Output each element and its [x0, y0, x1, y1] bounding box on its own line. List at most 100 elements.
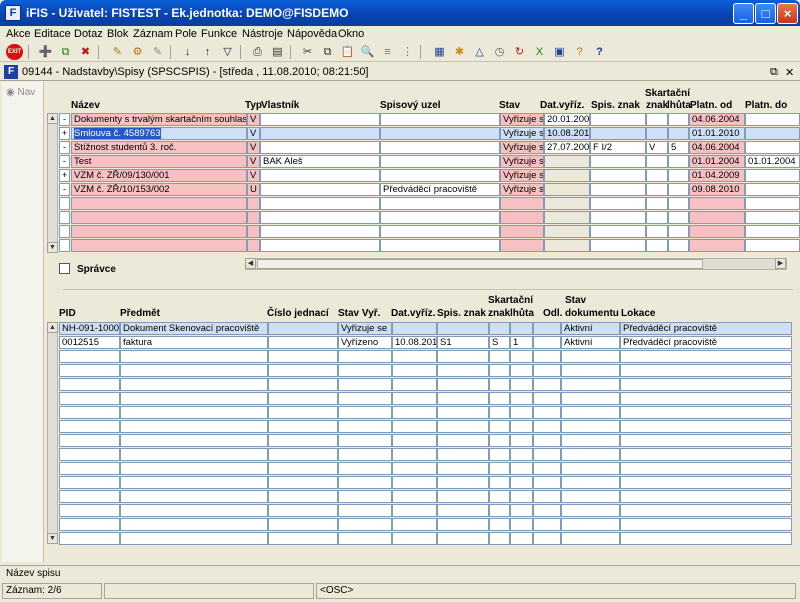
lower-cell-pid[interactable]: [59, 364, 120, 377]
upper-cell-stav[interactable]: [500, 239, 544, 252]
upper-cell-lhuta[interactable]: 5: [668, 141, 689, 154]
lower-cell-cislo[interactable]: [268, 476, 338, 489]
sort-descending-icon[interactable]: ↑: [200, 45, 215, 59]
print-preview-icon[interactable]: ▤: [270, 45, 285, 59]
upper-cell-znak[interactable]: [646, 113, 668, 126]
upper-cell-dat[interactable]: 27.07.2009: [544, 141, 590, 154]
menu-nastroje[interactable]: Nástroje: [242, 28, 283, 40]
nav-label[interactable]: ◉ Nav: [6, 87, 35, 98]
lower-cell-lhuta[interactable]: [510, 364, 533, 377]
lower-cell-stavdok[interactable]: Aktivní: [561, 322, 620, 335]
upper-cell-do[interactable]: [745, 197, 800, 210]
scroll-down-icon[interactable]: ▼: [47, 533, 58, 544]
lower-cell-cislo[interactable]: [268, 392, 338, 405]
upper-cell-dat[interactable]: [544, 239, 590, 252]
upper-cell-do[interactable]: [745, 127, 800, 140]
lower-cell-odl[interactable]: [533, 420, 561, 433]
upper-cell-vlastnik[interactable]: [260, 127, 380, 140]
upper-cell-dat[interactable]: [544, 155, 590, 168]
lower-cell-pid[interactable]: [59, 476, 120, 489]
upper-cell-do[interactable]: [745, 183, 800, 196]
lower-cell-predmet[interactable]: [120, 476, 268, 489]
lower-cell-cislo[interactable]: [268, 336, 338, 349]
upper-cell-typ[interactable]: U: [247, 183, 260, 196]
upper-cell-do[interactable]: 01.01.2004: [745, 155, 800, 168]
lower-cell-cislo[interactable]: [268, 448, 338, 461]
lower-cell-stavdok[interactable]: [561, 532, 620, 545]
upper-cell-uzel[interactable]: [380, 127, 500, 140]
lower-cell-stav[interactable]: [338, 462, 392, 475]
upper-cell-uzel[interactable]: [380, 141, 500, 154]
lower-cell-pid[interactable]: [59, 518, 120, 531]
upper-cell-znak[interactable]: [646, 169, 668, 182]
restore-icon[interactable]: ⧉: [770, 66, 778, 79]
lower-cell-stav[interactable]: [338, 364, 392, 377]
lower-cell-predmet[interactable]: Dokument Skenovací pracoviště: [120, 322, 268, 335]
lower-cell-stav[interactable]: [338, 392, 392, 405]
lower-cell-lokace[interactable]: Předváděcí pracoviště: [620, 336, 792, 349]
lower-cell-dat[interactable]: [392, 490, 437, 503]
upper-cell-lhuta[interactable]: [668, 211, 689, 224]
lower-cell-lokace[interactable]: [620, 518, 792, 531]
lower-cell-lokace[interactable]: [620, 504, 792, 517]
upper-cell-vlastnik[interactable]: [260, 225, 380, 238]
upper-cell-spis[interactable]: [590, 225, 646, 238]
expand-toggle[interactable]: -: [59, 155, 70, 168]
lower-cell-lokace[interactable]: [620, 378, 792, 391]
lower-cell-pid[interactable]: [59, 462, 120, 475]
execute-query-icon[interactable]: ⚙: [130, 45, 145, 59]
spravce-checkbox[interactable]: [59, 263, 70, 274]
expand-toggle[interactable]: [59, 197, 70, 210]
lower-cell-stav[interactable]: Vyřízeno: [338, 336, 392, 349]
lower-cell-dat[interactable]: 10.08.2010: [392, 336, 437, 349]
upper-cell-do[interactable]: [745, 169, 800, 182]
upper-cell-nazev[interactable]: Smlouva č. 4589763: [71, 127, 247, 140]
lower-cell-predmet[interactable]: [120, 462, 268, 475]
lower-cell-lhuta[interactable]: [510, 532, 533, 545]
upper-cell-stav[interactable]: [500, 197, 544, 210]
upper-cell-od[interactable]: 01.01.2004: [689, 155, 745, 168]
upper-cell-lhuta[interactable]: [668, 169, 689, 182]
lower-cell-predmet[interactable]: [120, 350, 268, 363]
upper-cell-znak[interactable]: [646, 197, 668, 210]
upper-cell-spis[interactable]: [590, 169, 646, 182]
lower-cell-stavdok[interactable]: [561, 350, 620, 363]
lower-cell-pid[interactable]: [59, 448, 120, 461]
upper-cell-lhuta[interactable]: [668, 127, 689, 140]
lower-cell-lokace[interactable]: Předváděcí pracoviště: [620, 322, 792, 335]
upper-cell-od[interactable]: 04.06.2004: [689, 141, 745, 154]
triangle-icon[interactable]: △: [472, 45, 487, 59]
expand-toggle[interactable]: [59, 239, 70, 252]
lower-cell-predmet[interactable]: [120, 518, 268, 531]
upper-cell-spis[interactable]: F I/2: [590, 141, 646, 154]
lower-cell-spis[interactable]: [437, 490, 489, 503]
scroll-down-icon[interactable]: ▼: [47, 242, 58, 253]
menu-okno[interactable]: Okno: [338, 28, 364, 40]
lower-cell-znak[interactable]: [489, 420, 510, 433]
upper-cell-dat[interactable]: 20.01.2006: [544, 113, 590, 126]
upper-cell-dat[interactable]: [544, 225, 590, 238]
upper-cell-lhuta[interactable]: [668, 155, 689, 168]
lower-vertical-scrollbar[interactable]: [47, 322, 58, 544]
lower-cell-dat[interactable]: [392, 434, 437, 447]
lower-cell-znak[interactable]: [489, 518, 510, 531]
upper-cell-od[interactable]: 04.06.2004: [689, 113, 745, 126]
lower-cell-znak[interactable]: [489, 532, 510, 545]
menu-blok[interactable]: Blok: [107, 28, 128, 40]
help-person-icon[interactable]: ?: [572, 45, 587, 59]
lower-cell-dat[interactable]: [392, 378, 437, 391]
lower-cell-lhuta[interactable]: [510, 490, 533, 503]
lower-cell-odl[interactable]: [533, 378, 561, 391]
lower-cell-znak[interactable]: [489, 364, 510, 377]
lower-cell-odl[interactable]: [533, 504, 561, 517]
upper-cell-nazev[interactable]: Stížnost studentů 3. roč.: [71, 141, 247, 154]
menu-pole[interactable]: Pole: [175, 28, 197, 40]
scroll-up-icon[interactable]: ▲: [47, 113, 58, 124]
upper-cell-od[interactable]: [689, 211, 745, 224]
upper-cell-dat[interactable]: 10.08.2010: [544, 127, 590, 140]
upper-cell-vlastnik[interactable]: [260, 211, 380, 224]
lower-cell-dat[interactable]: [392, 350, 437, 363]
upper-vertical-scrollbar[interactable]: [47, 113, 58, 253]
lower-cell-predmet[interactable]: [120, 504, 268, 517]
upper-cell-do[interactable]: [745, 239, 800, 252]
